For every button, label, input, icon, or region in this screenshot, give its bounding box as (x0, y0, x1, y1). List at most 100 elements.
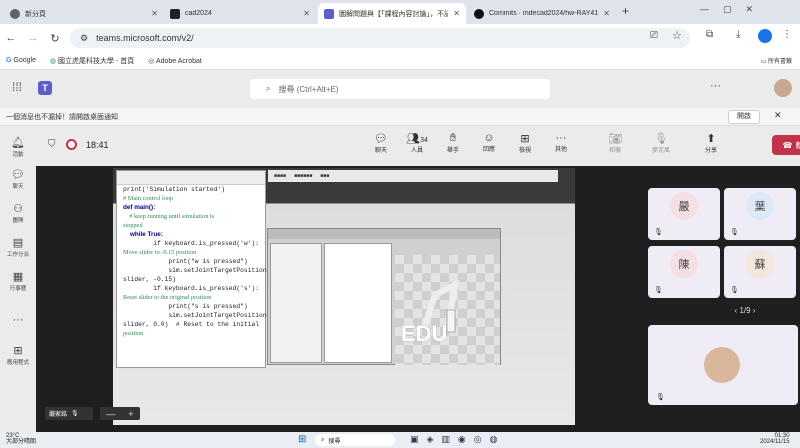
bookmark-label: Adobe Acrobat (155, 57, 202, 65)
participant-pager[interactable]: ‹ 1/9 › (690, 306, 800, 315)
zoom-controls[interactable]: — + (100, 407, 140, 420)
chevron-right-icon[interactable]: › (753, 306, 756, 315)
address-bar-row: ← → ↻ ⚙ teams.microsoft.com/v2/ ⎚ ☆ ⧉ ⤓ … (0, 24, 800, 52)
participant-tile[interactable]: 嚴 🎙︎ (648, 188, 720, 240)
shield-icon: ⛉ (48, 139, 56, 150)
url-text: teams.microsoft.com/v2/ (96, 33, 194, 43)
bookmark-acrobat[interactable]: ◎ Adobe Acrobat (148, 57, 202, 65)
url-field[interactable]: ⚙ teams.microsoft.com/v2/ (70, 28, 690, 48)
rail-label: 工作分派 (6, 252, 29, 258)
tab-new[interactable]: 新分頁 ✕ (4, 3, 164, 24)
download-icon[interactable]: ⤓ (736, 29, 740, 40)
react-button[interactable]: ☺ 回應 (474, 132, 504, 153)
self-video-tile[interactable]: 🎙︎ (648, 325, 798, 405)
more-icon[interactable]: ··· (710, 80, 721, 92)
teams-left-rail: 🔔︎ 活動 💬︎ 聊天 ⚇ 團隊 ▤ 工作分派 ▦ 行事曆 ··· ⊞ 應用程式 (0, 126, 36, 432)
raise-hand-button[interactable]: ✋︎ 舉手 (438, 132, 468, 154)
notification-banner: 一個消息也不漏掉！請開啟桌面通知 開啟 ✕ (0, 108, 800, 126)
more-icon: ··· (555, 132, 567, 144)
close-icon[interactable]: ✕ (151, 9, 158, 18)
window-controls[interactable]: —▢✕ (700, 4, 767, 15)
rail-activity[interactable]: 🔔︎ 活動 (0, 136, 36, 158)
more-icon: ··· (12, 314, 24, 326)
camera-button[interactable]: 📷︎ 相機 (600, 132, 630, 154)
close-icon[interactable]: ✕ (603, 9, 610, 18)
close-icon[interactable]: ✕ (774, 110, 782, 121)
rail-calendar[interactable]: ▦ 行事曆 (0, 270, 36, 292)
enable-notifications-button[interactable]: 開啟 (728, 110, 760, 124)
rail-assignments[interactable]: ▤ 工作分派 (0, 236, 36, 258)
close-icon[interactable]: ✕ (303, 9, 310, 18)
view-button[interactable]: ⊞ 檢視 (510, 132, 540, 154)
taskbar-search[interactable]: ⌕ 搜尋 (315, 434, 395, 446)
weather-widget[interactable]: 23°C 大部分晴朗 (6, 433, 36, 445)
clock-date: 2024/11/15 (760, 439, 790, 445)
code-line: Reset slider to the original position (123, 294, 212, 301)
browser-tab-bar: 新分頁 ✕ cad2024 ✕ 圖解問題與【「課程內容討論」，不記名… ✕ Co… (0, 0, 800, 24)
mic-button[interactable]: 🎙︎ 麥克風 (646, 132, 676, 154)
rail-more[interactable]: ··· (0, 314, 36, 327)
rail-apps[interactable]: ⊞ 應用程式 (0, 344, 36, 366)
teams-search-input[interactable]: ⌕ 搜尋 (Ctrl+Alt+E) (250, 79, 550, 99)
pinned-apps[interactable]: ▣◈▥◉◎◍ (410, 434, 506, 445)
participant-tile[interactable]: 蘇 🎙︎ (724, 246, 796, 298)
app-launcher-icon[interactable]: ⁞⁞⁞ (12, 80, 22, 94)
folder-icon: ▭ (760, 59, 767, 65)
bookmark-label: Google (13, 57, 36, 64)
zoom-out-icon[interactable]: — (106, 409, 115, 419)
more-button[interactable]: ··· 其他 (546, 132, 576, 153)
tab-cad2024[interactable]: cad2024 ✕ (164, 3, 316, 24)
chevron-left-icon[interactable]: ‹ (735, 306, 738, 315)
simulator-toolbar (268, 229, 500, 239)
menu-icon[interactable]: ⋮ (782, 29, 792, 40)
mic-off-icon: 🎙︎ (654, 287, 663, 294)
rail-teams[interactable]: ⚇ 團隊 (0, 202, 36, 224)
self-avatar (704, 347, 740, 383)
code-line: # Main control loop (123, 195, 174, 202)
windows-taskbar: 23°C 大部分晴朗 ⊞ ⌕ 搜尋 ▣◈▥◉◎◍ 01:30 2024/11/1… (0, 432, 800, 448)
install-icon[interactable]: ⎚ (650, 30, 658, 41)
forward-icon[interactable]: → (22, 32, 44, 44)
bookmark-nfu[interactable]: ◍ 國立虎尾科技大學 - 首頁 (50, 56, 134, 66)
tab-github[interactable]: Commits · mdecad2024/hw-RAY41… ✕ (468, 3, 616, 24)
code-line: # keep running until simulation is (123, 213, 215, 220)
bookmark-google[interactable]: G Google (6, 57, 36, 64)
people-button[interactable]: 👥︎34 人員 (402, 132, 432, 154)
tab-teams[interactable]: 圖解問題與【「課程內容討論」，不記名… ✕ (318, 3, 466, 24)
reload-icon[interactable]: ↻ (44, 32, 66, 45)
mic-off-icon: 🎙︎ (656, 394, 665, 401)
rail-chat[interactable]: 💬︎ 聊天 (0, 168, 36, 190)
rail-label: 活動 (12, 152, 24, 158)
chat-button[interactable]: 💬︎ 聊天 (366, 132, 396, 154)
user-avatar[interactable] (774, 79, 792, 97)
star-icon[interactable]: ☆ (672, 29, 682, 42)
code-line: Move slider to -0.15 position (123, 249, 197, 256)
participant-tile[interactable]: 葉 🎙︎ (724, 188, 796, 240)
site-info-icon[interactable]: ⚙ (80, 33, 88, 44)
leave-button[interactable]: ☎離開 (772, 135, 800, 155)
teams-icon: ⚇ (13, 203, 23, 215)
code-line: while True: (123, 231, 163, 238)
new-tab-button[interactable]: + (622, 4, 629, 18)
mic-off-icon: 🎙︎ (730, 229, 739, 236)
all-bookmarks[interactable]: ▭ 所有書籤 (761, 56, 792, 65)
teams-icon (324, 8, 334, 19)
control-label: 人員 (410, 148, 423, 154)
profile-avatar[interactable] (758, 29, 772, 43)
bookmark-label: 國立虎尾科技大學 - 首頁 (58, 57, 135, 65)
mic-off-icon: 🎙︎ (654, 229, 663, 236)
start-icon[interactable]: ⊞ (298, 434, 306, 445)
calendar-icon: ▦ (12, 271, 24, 283)
zoom-in-icon[interactable]: + (128, 409, 133, 419)
shared-tab: ■■■■■■ (294, 173, 313, 179)
rail-label: 應用程式 (6, 360, 29, 366)
chrome-icon (10, 8, 20, 19)
back-icon[interactable]: ← (0, 32, 22, 44)
share-button[interactable]: ⬆︎ 分享 (696, 132, 726, 154)
bell-icon: 🔔︎ (11, 137, 25, 149)
system-clock[interactable]: 01:30 2024/11/15 (760, 433, 790, 445)
close-icon[interactable]: ✕ (453, 9, 460, 18)
extensions-icon[interactable]: ⧉ (706, 29, 713, 40)
participant-tile[interactable]: 陳 🎙︎ (648, 246, 720, 298)
leave-label: 離開 (795, 140, 800, 150)
